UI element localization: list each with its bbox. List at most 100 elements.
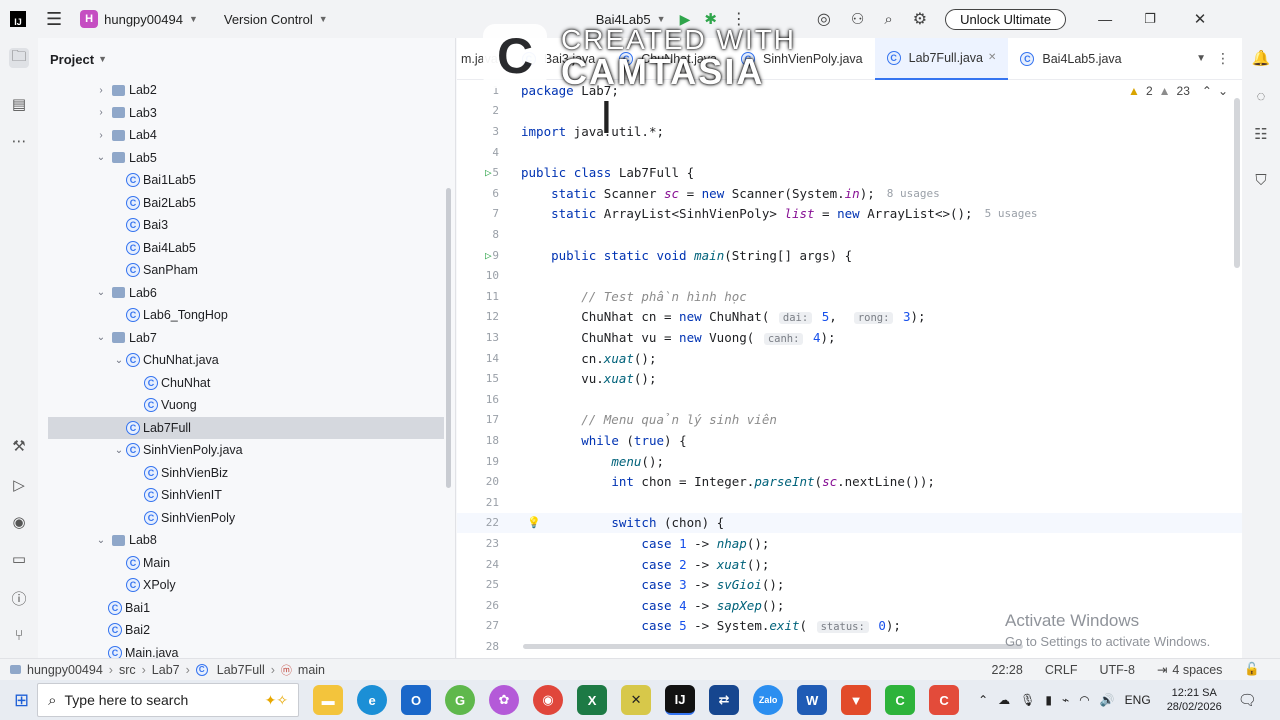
breadcrumb-lab7[interactable]: Lab7 — [152, 663, 180, 677]
usages-hint[interactable]: 8 usages — [887, 187, 940, 200]
code-view[interactable]: 1 package Lab7; 2 3 import java.util.*; 4 5 pub… — [457, 80, 1242, 650]
edge-icon[interactable]: e — [357, 685, 388, 715]
tree-item[interactable]: C Bai2 — [48, 619, 444, 641]
code-line[interactable]: 18 while (true) { — [457, 430, 1242, 451]
code-line[interactable]: 11 // Test phần hình học — [457, 286, 1242, 307]
tree-item[interactable]: C SinhVienPoly — [48, 507, 444, 529]
tree-item[interactable]: C Bai3 — [48, 214, 444, 236]
line-number[interactable]: 11 — [457, 290, 509, 303]
tab-lab7full-java[interactable]: C Lab7Full.java ✕ — [874, 37, 1009, 80]
line-number[interactable]: 28 — [457, 640, 509, 650]
tree-item[interactable]: › Lab2 — [48, 79, 444, 101]
chevron-down-icon[interactable]: ⌄ — [112, 445, 126, 456]
close-icon[interactable]: ✕ — [1194, 10, 1207, 28]
excel-icon[interactable]: X — [577, 685, 608, 715]
line-number[interactable]: 4 — [457, 146, 509, 159]
line-number[interactable]: 5 — [457, 166, 509, 179]
line-number[interactable]: 15 — [457, 372, 509, 385]
line-number[interactable]: 9 — [457, 249, 509, 262]
run-gutter-icon[interactable]: ▷ — [485, 166, 492, 179]
code-line[interactable]: 8 — [457, 224, 1242, 245]
breadcrumb-src[interactable]: src — [119, 663, 136, 677]
code-line[interactable]: 10 — [457, 265, 1242, 286]
code-line[interactable]: 19 menu(); — [457, 451, 1242, 472]
chevron-right-icon[interactable]: › — [94, 130, 108, 141]
line-number[interactable]: 6 — [457, 187, 509, 200]
settings-gear-icon[interactable]: ⚙ — [913, 9, 927, 29]
code-line[interactable]: 17 // Menu quản lý sinh viên — [457, 410, 1242, 431]
copilot-icon[interactable]: G — [445, 685, 476, 715]
code-line[interactable]: 6 static Scanner sc = new Scanner(System… — [457, 183, 1242, 204]
line-number[interactable]: 18 — [457, 434, 509, 447]
code-line[interactable]: 15 vu.xuat(); — [457, 368, 1242, 389]
breadcrumb-method[interactable]: main — [298, 663, 325, 677]
terminal-icon[interactable]: ▭ — [9, 549, 29, 569]
minimize-icon[interactable]: — — [1098, 11, 1112, 27]
tree-item[interactable]: C SinhVienBiz — [48, 462, 444, 484]
code-line[interactable]: 20 int chon = Integer.parseInt(sc.nextLi… — [457, 471, 1242, 492]
line-number[interactable]: 2 — [457, 104, 509, 117]
ai-assistant-icon[interactable]: ◎ — [817, 9, 831, 29]
copilot-app-icon[interactable]: ✿ — [489, 685, 520, 715]
project-panel-header[interactable]: Project ▼ — [38, 38, 455, 80]
tabs-dropdown-icon[interactable]: ▼ — [1196, 53, 1206, 64]
more-tools-icon[interactable]: ⋯ — [9, 131, 29, 151]
problems-icon[interactable]: ⓘ — [9, 588, 29, 608]
tab-bai4lab5-java[interactable]: C Bai4Lab5.java — [1008, 38, 1133, 80]
run-tool-icon[interactable]: ▷ — [9, 475, 29, 495]
shield-icon[interactable]: ⛉ — [1251, 170, 1271, 190]
code-line[interactable]: 22 switch (chon) {💡 — [457, 512, 1242, 534]
code-line[interactable]: 5 public class Lab7Full {▷ — [457, 162, 1242, 183]
brave-icon[interactable]: ▼ — [841, 685, 872, 715]
notifications-bell-icon[interactable]: 🔔 — [1251, 48, 1271, 68]
tree-item[interactable]: C XPoly — [48, 574, 444, 596]
project-folder-icon[interactable]: 🗀 — [9, 48, 29, 68]
close-tab-icon[interactable]: ✕ — [988, 52, 996, 63]
line-number[interactable]: 13 — [457, 331, 509, 344]
line-number[interactable]: 21 — [457, 496, 509, 509]
add-user-icon[interactable]: ⚇ — [851, 10, 864, 28]
indent-setting[interactable]: ⇥ 4 spaces — [1157, 662, 1223, 678]
code-line[interactable]: 21 — [457, 492, 1242, 513]
scrollbar[interactable] — [446, 188, 451, 488]
tree-item[interactable]: C SinhVienIT — [48, 484, 444, 506]
file-encoding[interactable]: UTF-8 — [1099, 663, 1134, 677]
taskbar-search[interactable]: ⌕ Type here to search ✦✧ — [37, 683, 300, 717]
chevron-down-icon[interactable]: ⌄ — [112, 355, 126, 366]
intellij-taskbar-icon[interactable]: IJ — [665, 685, 696, 715]
maximize-icon[interactable]: ❐ — [1144, 11, 1156, 27]
line-number[interactable]: 3 — [457, 125, 509, 138]
tree-item[interactable]: ⌄ Lab8 — [48, 529, 444, 551]
line-separator[interactable]: CRLF — [1045, 663, 1078, 677]
line-number[interactable]: 24 — [457, 558, 509, 571]
line-number[interactable]: 8 — [457, 228, 509, 241]
tree-item[interactable]: ⌄ Lab6 — [48, 282, 444, 304]
lock-icon[interactable]: 🔓 — [1244, 662, 1260, 677]
chevron-down-icon[interactable]: ⌄ — [94, 535, 108, 546]
tree-item[interactable]: ⌄ Lab5 — [48, 147, 444, 169]
usages-hint[interactable]: 5 usages — [985, 207, 1038, 220]
chevron-right-icon[interactable]: › — [94, 85, 108, 96]
zalo-icon[interactable]: Zalo — [753, 685, 784, 715]
unlock-ultimate-button[interactable]: Unlock Ultimate — [945, 8, 1067, 30]
outlook-icon[interactable]: O — [401, 685, 432, 715]
services-icon[interactable]: ◉ — [9, 512, 29, 532]
line-number[interactable]: 10 — [457, 269, 509, 282]
word-icon[interactable]: W — [797, 685, 828, 715]
line-number[interactable]: 14 — [457, 352, 509, 365]
chevron-down-icon[interactable]: ⌄ — [94, 287, 108, 298]
line-number[interactable]: 23 — [457, 537, 509, 550]
language-indicator[interactable]: ENG — [1125, 693, 1151, 707]
git-icon[interactable]: ⑂ — [9, 625, 29, 645]
editor-horizontal-scrollbar[interactable] — [523, 644, 1023, 649]
chrome-icon[interactable]: ◉ — [533, 685, 564, 715]
search-icon[interactable]: ⌕ — [884, 11, 892, 28]
tray-icons[interactable]: ⌃ ☁ 🎙 ▮ ⌁ ◠ 🔊 ENG — [978, 693, 1151, 707]
build-hammer-icon[interactable]: ⚒ — [9, 436, 29, 456]
code-line[interactable]: 24 case 2 -> xuat(); — [457, 554, 1242, 575]
line-number[interactable]: 17 — [457, 413, 509, 426]
chevron-up-icon[interactable]: ⌃ — [1202, 84, 1212, 98]
run-gutter-icon[interactable]: ▷ — [485, 249, 492, 262]
tree-item[interactable]: › Lab4 — [48, 124, 444, 146]
chevron-down-icon[interactable]: ⌄ — [94, 332, 108, 343]
